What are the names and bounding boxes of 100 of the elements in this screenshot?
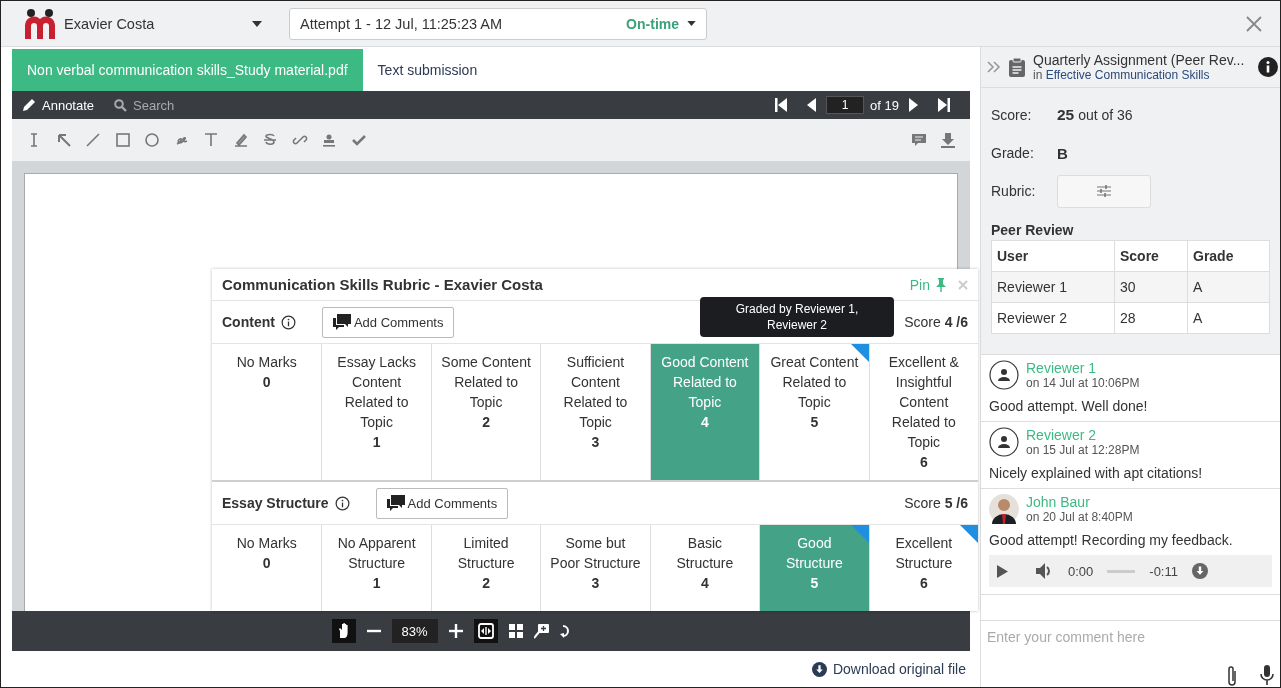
- add-comments-button[interactable]: Add Comments: [321, 306, 455, 338]
- arrow-icon[interactable]: [55, 132, 72, 148]
- rotate-icon[interactable]: [559, 623, 571, 639]
- column-header: User: [991, 240, 1115, 272]
- table-cell: Reviewer 2: [991, 302, 1115, 334]
- comment-icon: [332, 314, 351, 330]
- table-cell: A: [1187, 302, 1270, 334]
- paperclip-icon[interactable]: [1226, 665, 1238, 687]
- stamp-icon[interactable]: [321, 132, 337, 148]
- download-icon: [811, 661, 827, 677]
- sliders-icon: [1097, 185, 1111, 197]
- line-icon[interactable]: [85, 132, 101, 148]
- double-chevron-icon[interactable]: [987, 61, 1001, 73]
- play-icon[interactable]: [997, 564, 1008, 578]
- criterion-score: Score 5 /6: [904, 495, 968, 511]
- download-icon[interactable]: [1192, 563, 1208, 579]
- field-label: Grade:: [991, 145, 1035, 161]
- rubric-level[interactable]: Essay Lacks Content Related to Topic 1: [321, 344, 431, 480]
- comment-author: Reviewer 2: [1026, 427, 1098, 443]
- pencil-icon: [22, 98, 36, 112]
- comment-date: on 20 Jul at 8:40PM: [1026, 510, 1133, 524]
- rubric-level[interactable]: No Marks 0: [212, 525, 322, 611]
- section-title: Peer Review: [991, 222, 1075, 238]
- link-icon[interactable]: [291, 132, 308, 148]
- search-button[interactable]: Search: [114, 97, 175, 113]
- comment-author: Reviewer 1: [1026, 360, 1098, 376]
- user-dropdown[interactable]: Exavier Costa: [22, 7, 262, 40]
- rectangle-icon[interactable]: [114, 132, 131, 148]
- rubric-level[interactable]: No Marks 0: [212, 344, 322, 480]
- criterion-score: Score 4 /6: [904, 314, 968, 330]
- info-icon: [334, 495, 350, 511]
- checkmark-icon[interactable]: [350, 132, 367, 148]
- status-label: On-time: [626, 15, 679, 32]
- column-header: Grade: [1187, 240, 1270, 272]
- attempt-dropdown[interactable]: Attempt 1 - 12 Jul, 11:25:23 AM On-time: [289, 7, 707, 40]
- field-label: Score:: [991, 107, 1033, 123]
- audio-remaining: -0:11: [1149, 563, 1178, 579]
- comment-text: Good attempt! Recording my feedback.: [989, 532, 1234, 548]
- download-link[interactable]: Download original file: [811, 661, 966, 677]
- next-page-icon[interactable]: [909, 98, 918, 112]
- criterion-name: Content: [222, 314, 275, 330]
- add-comments-button[interactable]: Add Comments: [375, 487, 509, 519]
- logo-icon: [22, 7, 58, 40]
- grade-value: B: [1057, 144, 1068, 162]
- hand-icon[interactable]: [331, 619, 356, 643]
- pin-icon[interactable]: [936, 277, 946, 292]
- page-count: of 19: [870, 97, 899, 113]
- caret-icon: [252, 20, 262, 27]
- table-cell: 30: [1114, 271, 1188, 303]
- comment-text: Nicely explained with apt citations!: [989, 465, 1204, 481]
- avatar: [989, 427, 1019, 457]
- close-icon[interactable]: [1246, 15, 1262, 32]
- comment-date: on 15 Jul at 12:28PM: [1026, 443, 1140, 457]
- column-header: Score: [1114, 240, 1188, 272]
- annotate-button[interactable]: Annotate: [22, 97, 95, 113]
- comment-author: John Baur: [1026, 494, 1091, 510]
- zoom-field[interactable]: 83%: [391, 619, 438, 643]
- table-cell: A: [1187, 271, 1270, 303]
- caret-icon: [687, 21, 696, 26]
- comment-zoom-icon[interactable]: [533, 623, 549, 639]
- user-name: Exavier Costa: [64, 15, 156, 32]
- rubric-level[interactable]: Some Content Related to Topic 2: [430, 344, 541, 480]
- comment-icon: [386, 495, 405, 511]
- info-icon[interactable]: [1258, 57, 1278, 77]
- rubric-title: Communication Skills Rubric - Exavier Costa: [222, 276, 544, 293]
- page-field[interactable]: 1: [826, 96, 865, 114]
- audio-time: 0:00: [1068, 563, 1094, 579]
- search-icon: [114, 98, 128, 112]
- table-cell: Reviewer 1: [991, 271, 1115, 303]
- zoom-in-icon[interactable]: [448, 624, 463, 638]
- strikethrough-icon[interactable]: [262, 132, 278, 148]
- rubric-level[interactable]: Sufficient Content Related to Topic 3: [540, 344, 650, 480]
- comment-icon[interactable]: [910, 132, 927, 148]
- text-icon[interactable]: [203, 132, 219, 148]
- last-page-icon[interactable]: [938, 98, 950, 112]
- clipboard-icon: [1009, 57, 1025, 77]
- field-label: Rubric:: [991, 183, 1037, 199]
- first-page-icon[interactable]: [775, 98, 788, 112]
- fit-width-icon[interactable]: [473, 619, 498, 643]
- circle-icon[interactable]: [144, 132, 160, 148]
- avatar: [989, 360, 1019, 390]
- comment-text: Good attempt. Well done!: [989, 398, 1149, 414]
- avatar: [989, 494, 1019, 524]
- course-subtitle: in Effective Communication Skills: [1033, 68, 1211, 82]
- highlighter-icon[interactable]: [232, 132, 249, 148]
- rubric-level[interactable]: Excellent & Insightful Content Related to Topic 6: [868, 344, 978, 480]
- score-value: 25 out of 36: [1057, 106, 1133, 124]
- table-cell: 28: [1114, 302, 1188, 334]
- criterion-name: Essay Structure: [222, 495, 329, 511]
- previous-page-icon[interactable]: [807, 98, 817, 112]
- tab[interactable]: Text submission: [362, 49, 493, 91]
- comment-date: on 14 Jul at 10:06PM: [1026, 376, 1140, 390]
- download-icon[interactable]: [940, 132, 956, 148]
- grid-icon[interactable]: [508, 624, 523, 638]
- course-link[interactable]: Effective Communication Skills: [1045, 68, 1210, 82]
- assignment-title: Quarterly Assignment (Peer Rev...: [1033, 52, 1246, 68]
- progress-track[interactable]: [1107, 569, 1136, 573]
- microphone-icon[interactable]: [1260, 665, 1274, 685]
- tooltip: Graded by Reviewer 1, Reviewer 2: [700, 297, 894, 337]
- info-icon: [280, 314, 296, 330]
